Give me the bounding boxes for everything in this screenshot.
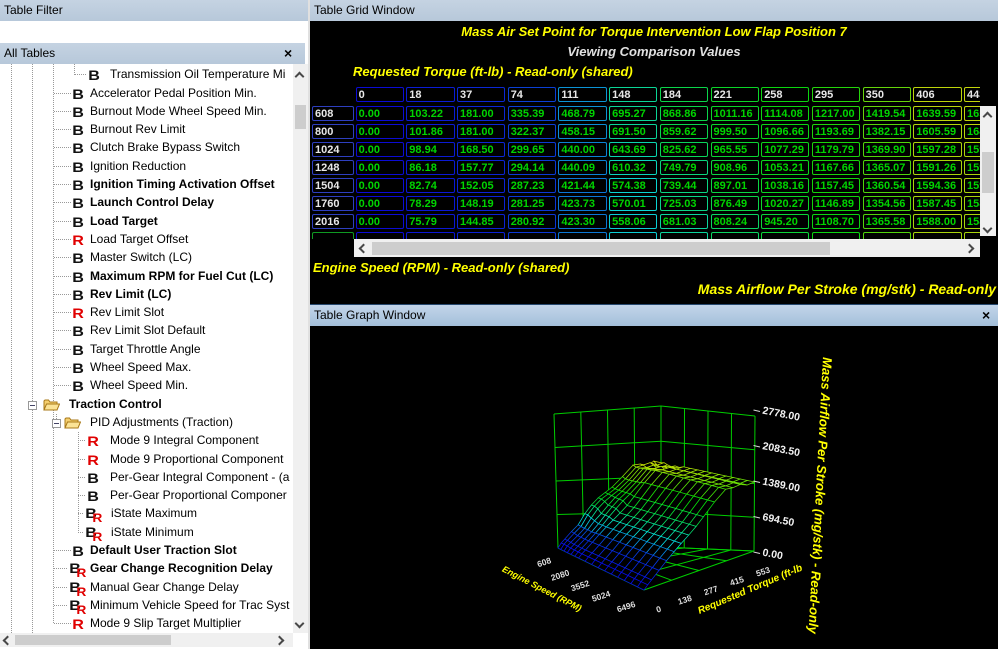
svg-text:0.00: 0.00	[761, 547, 784, 563]
svg-text:2080: 2080	[550, 567, 571, 582]
svg-text:694.50: 694.50	[761, 511, 795, 529]
svg-text:415: 415	[729, 574, 746, 588]
svg-text:0: 0	[655, 604, 663, 615]
svg-text:Mass Airflow Per Stroke (mg/st: Mass Airflow Per Stroke (mg/stk) - Read-…	[805, 357, 835, 635]
svg-text:3552: 3552	[570, 578, 591, 593]
svg-text:6496: 6496	[616, 599, 637, 614]
svg-text:5024: 5024	[591, 588, 612, 603]
svg-text:1389.00: 1389.00	[761, 476, 801, 495]
svg-text:2083.50: 2083.50	[761, 440, 801, 459]
svg-text:277: 277	[702, 583, 719, 597]
svg-text:608: 608	[536, 555, 553, 569]
svg-text:138: 138	[676, 593, 693, 607]
svg-text:2778.00: 2778.00	[761, 405, 801, 424]
